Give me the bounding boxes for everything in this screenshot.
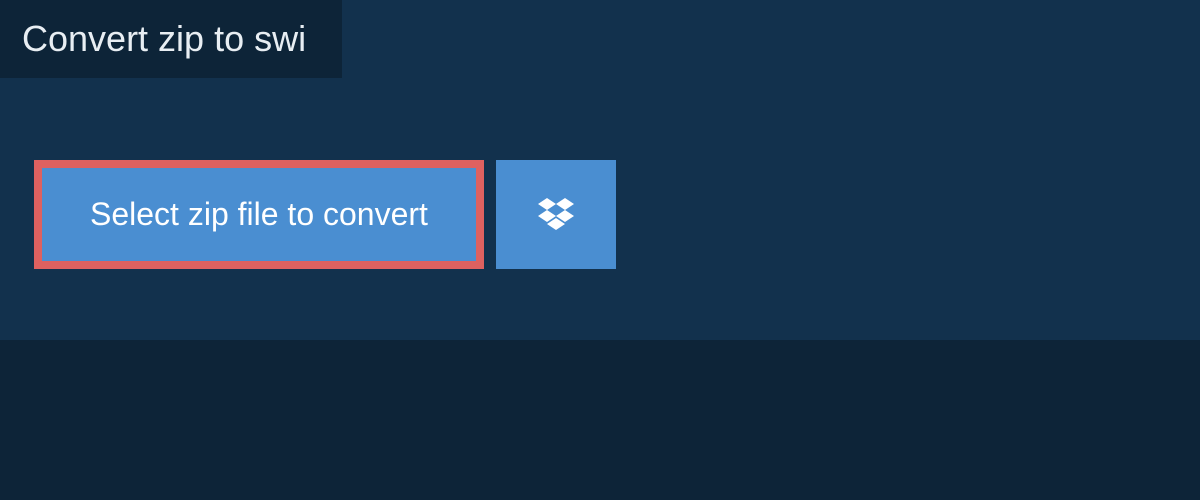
button-row: Select zip file to convert <box>34 160 616 269</box>
tab-title: Convert zip to swi <box>0 0 342 78</box>
converter-panel: Convert zip to swi Select zip file to co… <box>0 0 1200 340</box>
select-file-label: Select zip file to convert <box>90 196 428 232</box>
select-file-button[interactable]: Select zip file to convert <box>34 160 484 269</box>
tab-title-text: Convert zip to swi <box>22 18 306 59</box>
dropbox-button[interactable] <box>496 160 616 269</box>
dropbox-icon <box>538 198 574 232</box>
